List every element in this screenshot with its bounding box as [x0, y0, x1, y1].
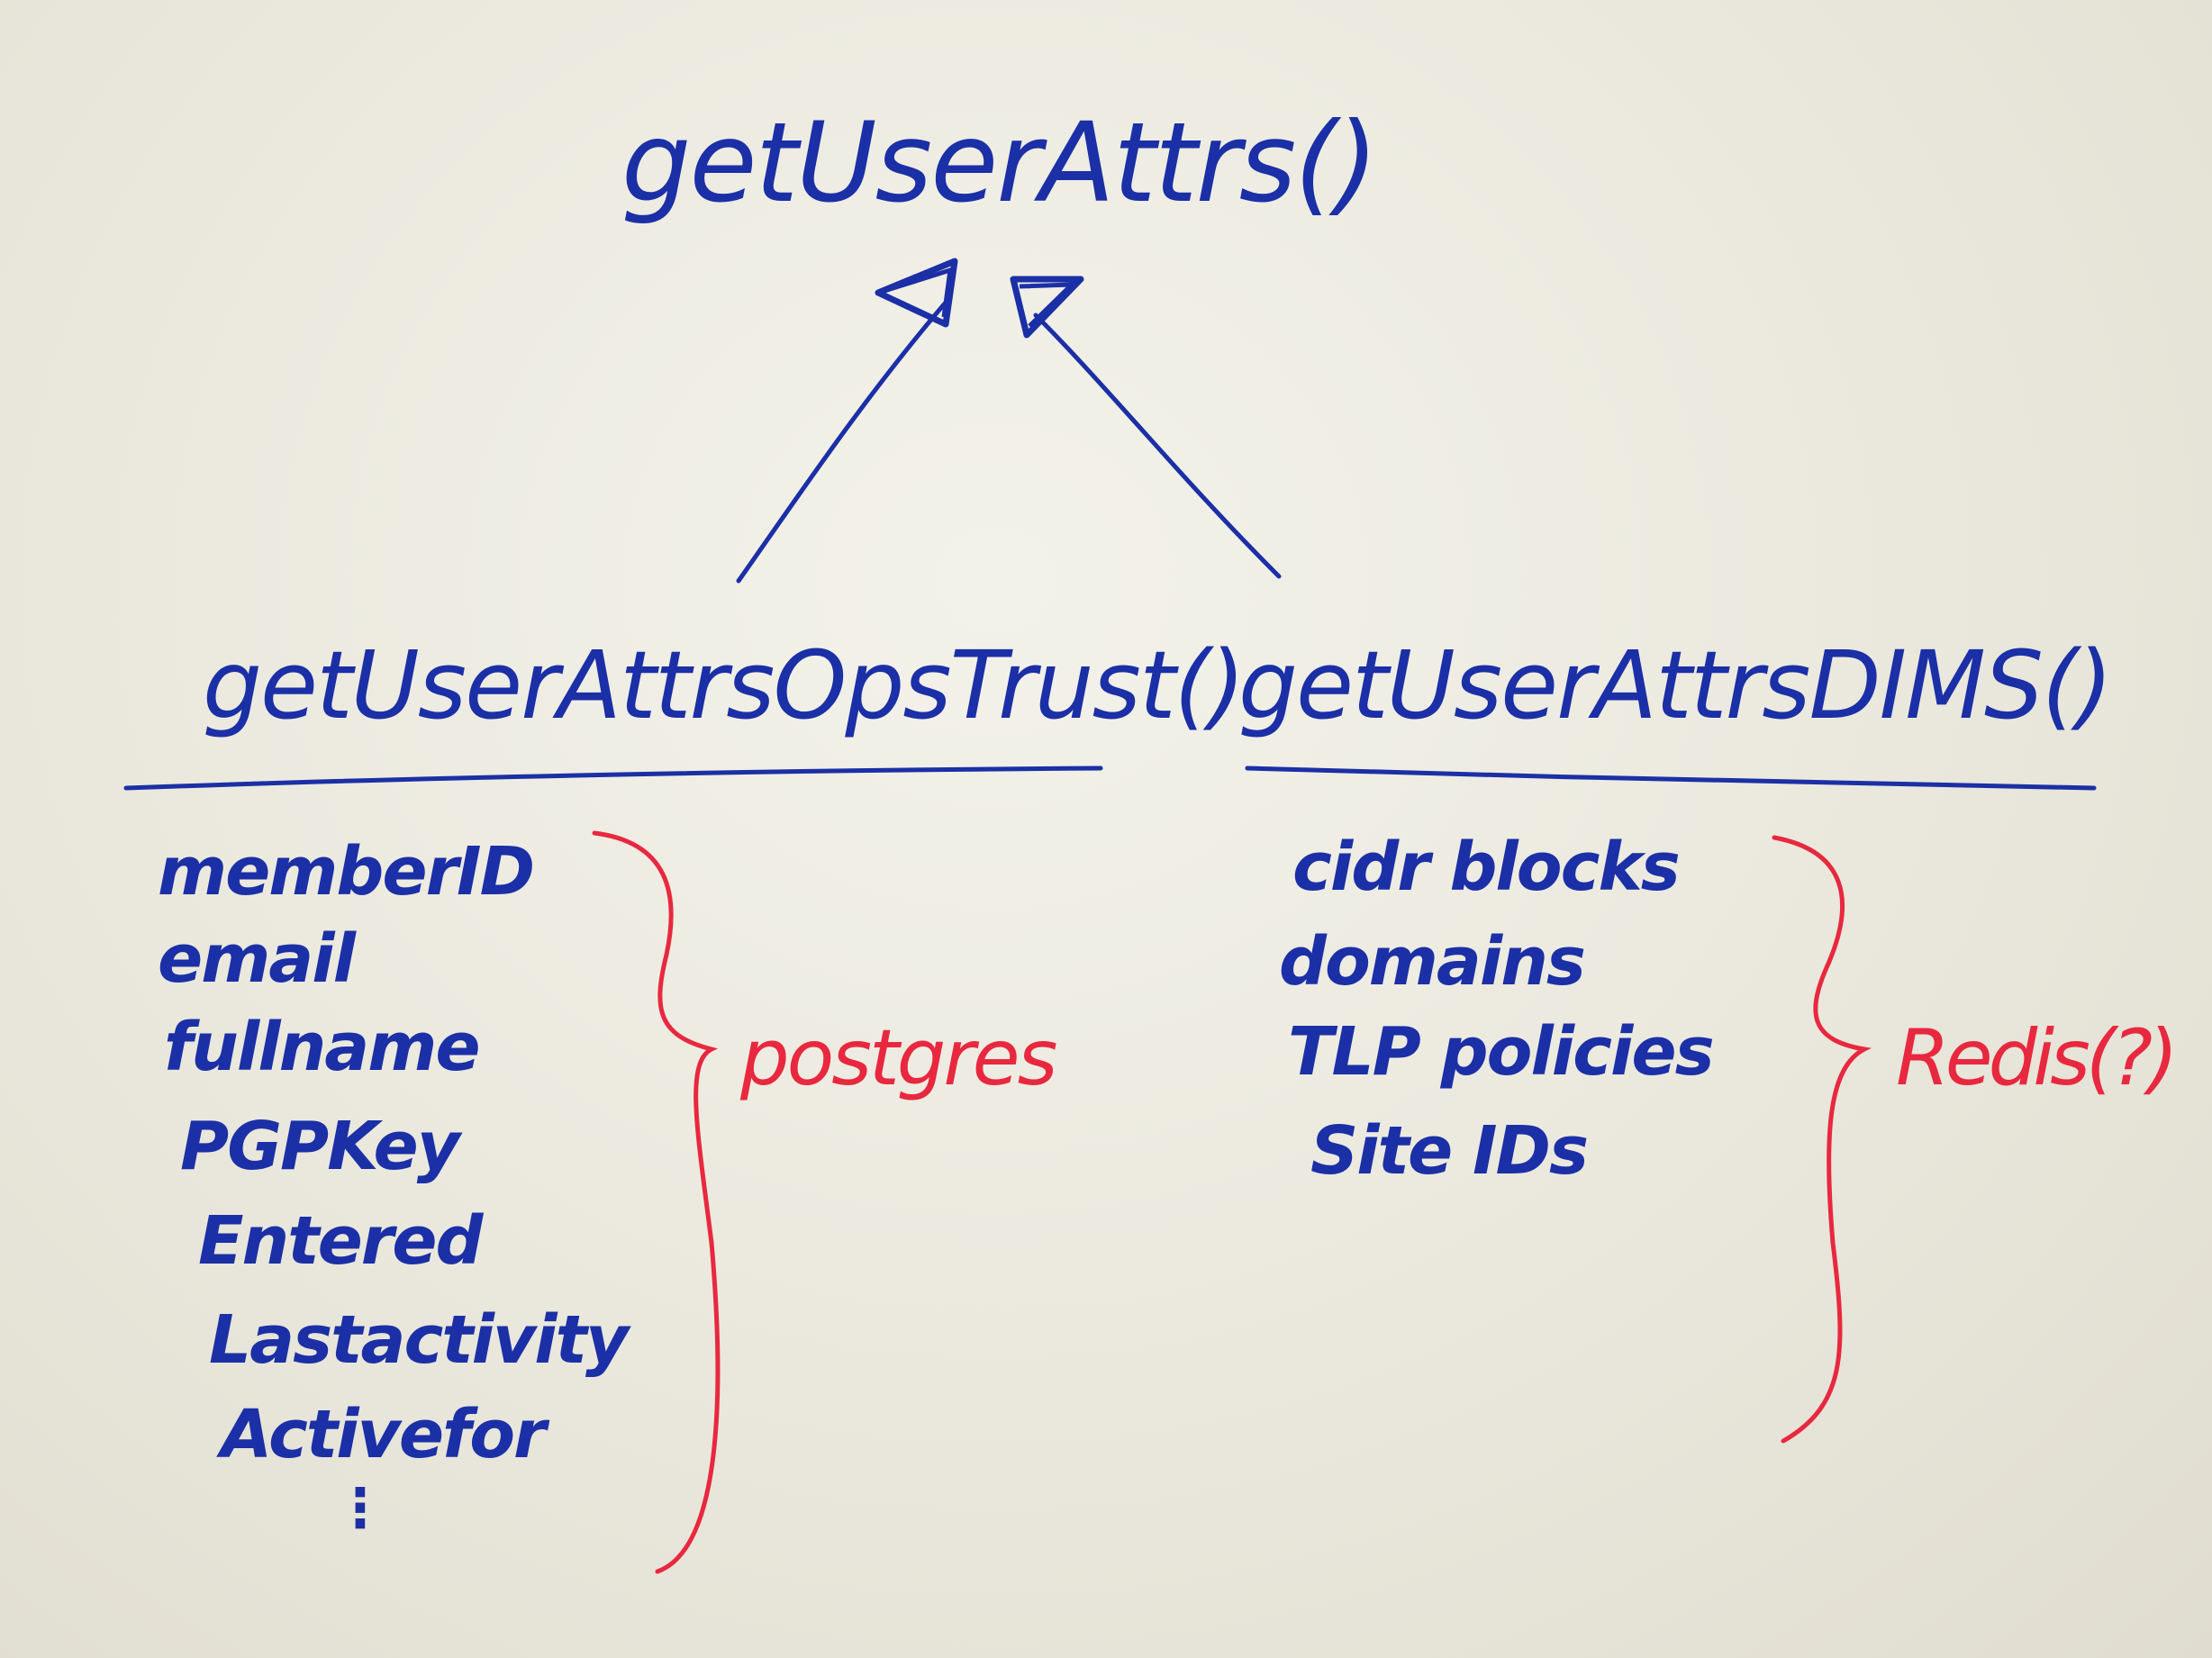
field-last-activity: Lastactivity [209, 1301, 629, 1379]
field-tlp-policies: TLP policies [1288, 1013, 1715, 1091]
arrow-left-head [875, 258, 958, 328]
field-email: email [158, 920, 356, 998]
underline-right [1245, 766, 2097, 791]
field-cidr-blocks: cidr blocks [1292, 829, 1681, 906]
arrow-right-shaft [1033, 313, 1282, 579]
brace-right [1772, 835, 1872, 1444]
whiteboard: getUserAttrs() getUserAttrsOpsTrust() ge… [0, 0, 2212, 1658]
child-method-label-dims: getUserAttrsDIMS() [1238, 630, 2113, 740]
storage-label-postgres: postgres [740, 1013, 1057, 1103]
field-fullname: fullname [164, 1009, 481, 1086]
brace-left [592, 830, 721, 1574]
field-active-for: Activefor [221, 1396, 547, 1473]
field-entered: Entered [198, 1202, 483, 1280]
root-method-label: getUserAttrs() [621, 99, 1378, 227]
field-pgp-key: PGPKey [180, 1108, 460, 1185]
child-method-label-opstrust: getUserAttrsOpsTrust() [203, 630, 1246, 740]
arrow-right-head [1010, 276, 1084, 339]
underline-left [123, 766, 1103, 791]
storage-label-redis: Redis(?) [1896, 1013, 2179, 1103]
arrow-left-shaft [736, 294, 953, 584]
field-member-id: memberID [158, 833, 535, 911]
continuation-dots: ⋮ [333, 1477, 387, 1540]
field-site-ids: Site IDs [1310, 1112, 1589, 1190]
field-domains: domains [1279, 923, 1586, 1001]
